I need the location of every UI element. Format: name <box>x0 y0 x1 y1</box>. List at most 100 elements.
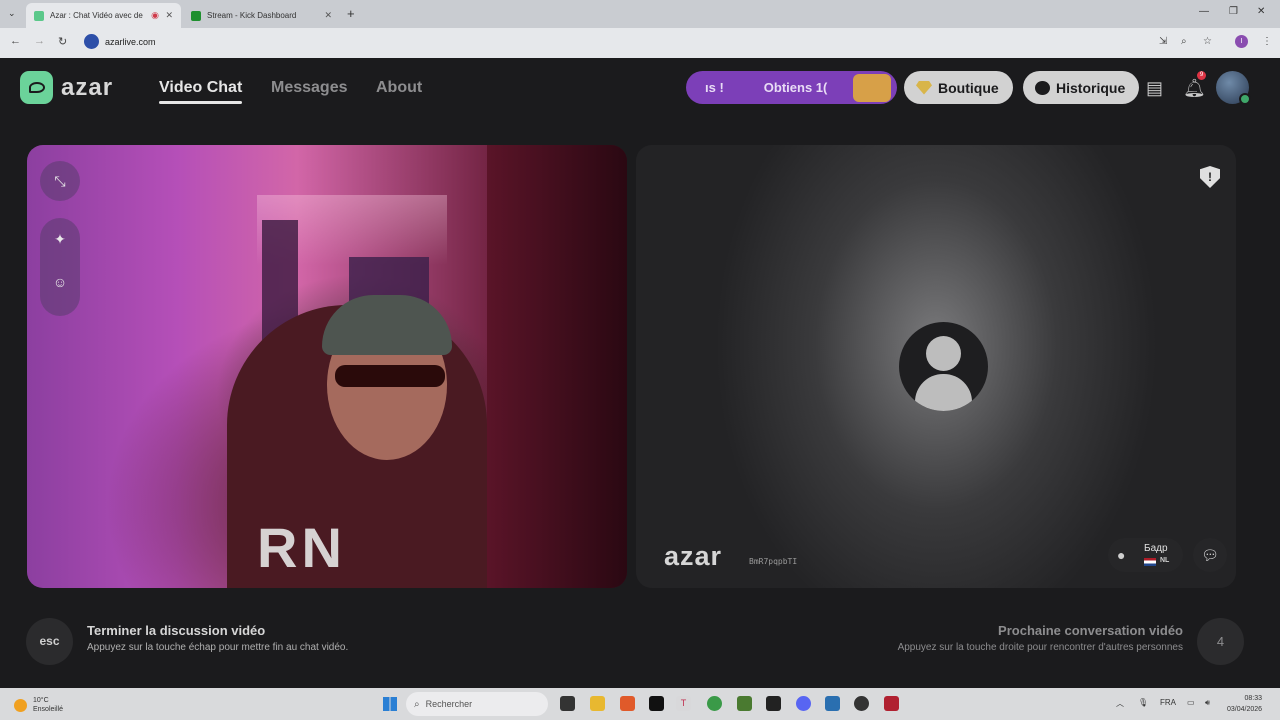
capcut-icon[interactable] <box>766 696 781 711</box>
next-chat-button[interactable]: 4 <box>1197 618 1244 665</box>
promo-text-left: ıs ! <box>705 80 724 95</box>
url-field[interactable]: azarlive.com <box>84 34 156 49</box>
capcut-active-icon[interactable] <box>884 696 899 711</box>
tab-title: Stream - Kick Dashboard <box>207 11 297 20</box>
language-indicator[interactable]: FRA <box>1160 698 1176 707</box>
promo-banner[interactable]: ıs ! Obtiens 1( <box>686 71 897 104</box>
user-avatar[interactable] <box>1216 71 1251 105</box>
temperature: 10°C <box>33 697 49 704</box>
microphone-icon[interactable]: 🎙︎ <box>1138 698 1148 707</box>
windows-start-icon[interactable] <box>383 697 397 711</box>
new-tab-icon[interactable]: + <box>347 6 355 21</box>
azar-logo[interactable]: azar <box>20 71 113 104</box>
minimize-video-button[interactable]: ⤡ <box>40 161 80 201</box>
nav-messages[interactable]: Messages <box>271 79 348 97</box>
browser-address-bar: ← → ↻ azarlive.com ⇲ ⌕ ☆ ⋮ <box>0 28 1280 58</box>
tray-chevron-icon[interactable]: ︿ <box>1116 698 1124 709</box>
install-app-icon[interactable]: ⇲ <box>1159 36 1167 47</box>
weather-text: Ensoleillé <box>33 706 63 713</box>
shop-label: Boutique <box>938 79 999 96</box>
close-tab-icon[interactable]: ✕ <box>165 10 173 21</box>
typora-icon[interactable]: T <box>676 696 691 711</box>
notification-badge: 9 <box>1197 71 1206 80</box>
azar-logo-icon <box>20 71 53 104</box>
restore-icon[interactable]: ❐ <box>1229 6 1238 17</box>
history-button[interactable]: Historique <box>1023 71 1140 104</box>
taskbar-clock[interactable]: 08:33 03/04/2026 <box>1227 693 1262 715</box>
bookmark-star-icon[interactable]: ☆ <box>1203 36 1212 47</box>
chrome-icon[interactable] <box>707 696 722 711</box>
end-chat-button[interactable]: esc <box>26 618 73 665</box>
browser-menu-icon[interactable]: ⋮ <box>1262 36 1272 47</box>
close-window-icon[interactable]: ✕ <box>1257 6 1265 17</box>
url-text: azarlive.com <box>105 36 156 47</box>
history-label: Historique <box>1056 79 1126 96</box>
brave-icon[interactable] <box>620 696 635 711</box>
browser-profile-avatar[interactable]: I <box>1235 35 1248 48</box>
minimize-icon[interactable]: — <box>1199 6 1209 17</box>
next-chat-hint: Appuyez sur la touche droite pour rencon… <box>897 642 1183 653</box>
file-explorer-icon[interactable] <box>590 696 605 711</box>
back-icon[interactable]: ← <box>10 35 21 47</box>
user-placeholder-icon <box>899 322 988 411</box>
treasure-chest-icon <box>853 74 891 102</box>
peer-country: NL <box>1160 557 1170 564</box>
azar-watermark: azar <box>664 541 723 571</box>
windows-taskbar: 10°C Ensoleillé ⌕ Rechercher T ︿ 🎙︎ FRA … <box>0 688 1280 720</box>
clock-icon <box>1035 80 1050 95</box>
task-view-icon[interactable] <box>560 696 575 711</box>
reload-icon[interactable]: ↻ <box>58 35 67 48</box>
person-glasses <box>335 365 445 387</box>
next-chat-title: Prochaine conversation vidéo <box>998 623 1183 638</box>
peer-name: Бадр <box>1144 543 1168 554</box>
tab-list-chevron-icon[interactable]: ⌄ <box>8 8 16 19</box>
archive-icon[interactable]: ▤ <box>1146 78 1163 99</box>
tab-title: Azar : Chat Vidéo avec de <box>50 11 143 20</box>
weather-widget[interactable]: 10°C Ensoleillé <box>14 696 63 714</box>
online-status-icon <box>1239 93 1251 105</box>
end-chat-title: Terminer la discussion vidéo <box>87 623 266 638</box>
hoodie-print: RN <box>257 516 346 579</box>
browser-tab-bar: ⌄ Azar : Chat Vidéo avec de ◉ ✕ Stream -… <box>0 0 1280 28</box>
face-filter-icon[interactable]: ☺ <box>40 261 80 304</box>
netherlands-flag-icon <box>1144 558 1156 566</box>
magic-wand-icon[interactable]: ✦ <box>40 218 80 261</box>
chat-button[interactable]: 💬︎ <box>1193 538 1227 572</box>
effects-toolbar: ✦ ☺ <box>40 218 80 316</box>
person-cap <box>322 295 452 355</box>
kick-favicon-icon <box>191 10 201 21</box>
time: 08:33 <box>1244 695 1263 702</box>
date: 03/04/2026 <box>1227 706 1263 713</box>
shop-button[interactable]: Boutique <box>904 71 1013 104</box>
room-curtain <box>487 145 627 588</box>
site-info-icon[interactable] <box>84 34 99 49</box>
obs-icon[interactable] <box>854 696 869 711</box>
end-chat-hint: Appuyez sur la touche échap pour mettre … <box>87 642 349 653</box>
local-video: RN <box>27 145 627 588</box>
bell-icon[interactable]: 🔔︎ <box>1183 78 1206 99</box>
logo-text: azar <box>61 73 114 101</box>
nav-about[interactable]: About <box>376 79 422 97</box>
forward-icon[interactable]: → <box>34 35 45 47</box>
azar-favicon-icon <box>34 10 44 21</box>
person-icon: ● <box>1117 547 1126 563</box>
minecraft-icon[interactable] <box>737 696 752 711</box>
recording-icon: ◉ <box>151 10 159 20</box>
azar-app: azar Video Chat Messages About ıs ! Obti… <box>0 58 1280 688</box>
notepad-icon[interactable] <box>825 696 840 711</box>
promo-text: Obtiens 1( <box>763 80 828 95</box>
network-icon[interactable]: ▭ <box>1187 698 1195 707</box>
volume-icon[interactable]: 🔊︎ <box>1205 698 1210 708</box>
close-tab-icon[interactable]: ✕ <box>324 10 332 21</box>
tab-azar[interactable]: Azar : Chat Vidéo avec de ◉ ✕ <box>26 3 181 28</box>
sun-icon <box>14 698 27 712</box>
zoom-icon[interactable]: ⌕ <box>1181 36 1187 47</box>
peer-info-chip[interactable]: ● Бадр NL <box>1108 538 1183 572</box>
tab-kick[interactable]: Stream - Kick Dashboard ✕ <box>183 3 340 28</box>
tiktok-icon[interactable] <box>649 696 664 711</box>
discord-icon[interactable] <box>796 696 811 711</box>
nav-video-chat[interactable]: Video Chat <box>159 79 243 104</box>
watermark-id: BmR7pqpbTI <box>749 557 798 566</box>
diamond-icon <box>916 80 932 95</box>
taskbar-search[interactable]: ⌕ Rechercher <box>406 692 548 716</box>
